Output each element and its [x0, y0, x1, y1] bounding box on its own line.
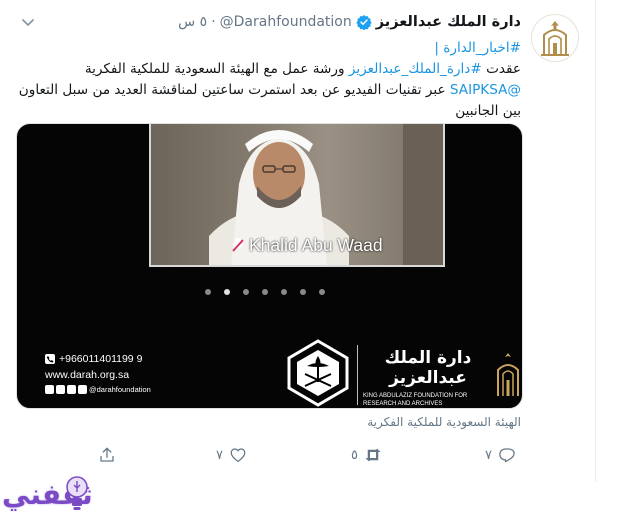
mention-link[interactable]: @SAIPKSA	[450, 82, 521, 98]
carousel-dot[interactable]	[243, 289, 249, 295]
emblem-icon	[287, 339, 349, 407]
instagram-icon	[45, 385, 54, 394]
share-button[interactable]	[98, 444, 116, 466]
website: www.darah.org.sa	[45, 369, 130, 381]
like-button[interactable]: ٧	[216, 444, 247, 466]
reply-icon	[499, 448, 515, 463]
body-hashtag-link[interactable]: #دارة_الملك_عبدالعزيز	[349, 61, 482, 77]
retweet-count: ٥	[351, 447, 358, 463]
media-card[interactable]: Khalid Abu Waad +966011401199 9 www.dara…	[16, 123, 523, 409]
carousel-dot[interactable]	[281, 289, 287, 295]
darah-logo-icon	[497, 353, 519, 396]
avatar[interactable]	[531, 14, 579, 62]
carousel-dot[interactable]	[300, 289, 306, 295]
brand-divider	[357, 345, 358, 405]
phone-icon	[45, 354, 55, 364]
share-icon	[100, 447, 114, 462]
lightbulb-icon	[66, 476, 88, 510]
speaker-name-tag: Khalid Abu Waad	[231, 231, 443, 259]
retweet-icon	[365, 448, 381, 462]
brand-english: KING ABDULAZIZ FOUNDATION FOR RESEARCH A…	[363, 393, 468, 407]
chevron-down-icon[interactable]	[18, 12, 38, 32]
speaker-name: Khalid Abu Waad	[249, 234, 383, 255]
darah-logo-icon	[541, 21, 569, 56]
like-icon	[230, 448, 246, 463]
reply-button[interactable]: ٧	[485, 444, 516, 466]
brand-arabic: دارة الملك عبدالعزيز	[384, 348, 472, 388]
watermark: ثقفني	[0, 470, 102, 526]
contact-block: +966011401199 9 www.darah.org.sa @darahf…	[45, 351, 151, 396]
timestamp[interactable]: ٥ س	[178, 14, 207, 30]
phone-number: +966011401199 9	[59, 353, 143, 365]
facebook-icon	[56, 385, 65, 394]
twitter-icon	[78, 385, 87, 394]
retweet-button[interactable]: ٥	[351, 444, 382, 466]
carousel-dots[interactable]	[205, 289, 325, 295]
media-caption[interactable]: الهيئة السعودية للملكية الفكرية	[367, 415, 521, 429]
verified-badge-icon	[356, 15, 372, 30]
tweet-card[interactable]: دارة الملك عبدالعزيز @Darahfoundation · …	[0, 0, 596, 482]
social-handle: @darahfoundation	[89, 385, 151, 394]
microphone-icon	[232, 238, 244, 252]
body-prefix: عقدت	[481, 61, 521, 77]
body-suffix: عبر تقنيات الفيديو عن بعد استمرت ساعتين …	[18, 82, 521, 119]
carousel-dot[interactable]	[319, 289, 325, 295]
carousel-dot-active[interactable]	[224, 289, 230, 295]
carousel-dot[interactable]	[262, 289, 268, 295]
tweet-text: #اخبار_الدارة | عقدت #دارة_الملك_عبدالعز…	[16, 38, 521, 122]
hashtag-link[interactable]: #اخبار_الدارة |	[434, 40, 521, 56]
separator-dot: ·	[211, 14, 216, 30]
reply-count: ٧	[485, 447, 492, 463]
body-middle: ورشة عمل مع الهيئة السعودية للملكية الفك…	[84, 61, 349, 77]
youtube-icon	[67, 385, 76, 394]
tweet-header: دارة الملك عبدالعزيز @Darahfoundation · …	[178, 14, 521, 30]
display-name[interactable]: دارة الملك عبدالعزيز	[376, 14, 521, 30]
carousel-dot[interactable]	[205, 289, 211, 295]
video-frame: Khalid Abu Waad	[149, 124, 445, 267]
like-count: ٧	[216, 447, 223, 463]
handle[interactable]: @Darahfoundation	[220, 14, 352, 30]
brand-block: دارة الملك عبدالعزيز KING ABDULAZIZ FOUN…	[363, 348, 493, 408]
